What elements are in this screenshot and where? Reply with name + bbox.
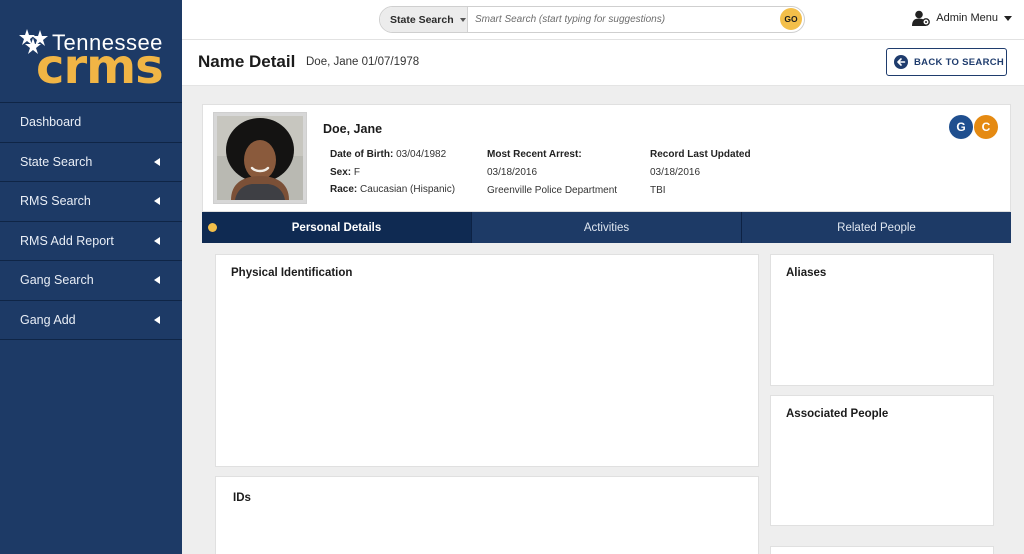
admin-user-icon [912,10,931,26]
sidebar: Tennessee crms Dashboard State Search RM… [0,0,182,554]
caret-left-icon [154,276,160,285]
additional-panel [770,546,994,554]
caret-left-icon [154,197,160,206]
updated-source: TBI [650,185,666,196]
search-type-select[interactable]: State Search [380,7,468,32]
back-to-search-label: BACK TO SEARCH [914,56,1005,68]
physical-identification-panel: Physical Identification [215,254,759,467]
sex-label: Sex: [330,167,352,178]
caret-left-icon [154,236,160,245]
sidebar-item-dashboard[interactable]: Dashboard [0,103,182,143]
race-label: Race: [330,184,358,195]
admin-menu-label: Admin Menu [936,12,998,24]
search-type-label: State Search [390,13,454,26]
tab-personal-details[interactable]: Personal Details [202,212,472,243]
person-name: Doe, Jane [323,122,383,136]
page-title: Name Detail [198,52,296,71]
tab-related-people[interactable]: Related People [742,212,1011,243]
panel-title: Physical Identification [231,267,353,279]
updated-label: Record Last Updated [650,149,751,160]
race-value: Caucasian (Hispanic) [360,184,456,195]
tab-label: Related People [837,221,916,234]
associated-people-panel: Associated People [770,395,994,526]
dob-label: Date of Birth: [330,149,394,160]
sidebar-item-label: RMS Search [20,194,91,209]
panel-title: Associated People [786,408,889,420]
panel-title: IDs [233,492,251,504]
gang-badge[interactable]: G [949,115,973,139]
active-dot-icon [208,223,217,232]
tab-label: Activities [583,221,630,234]
race-field: Race: Caucasian (Hispanic) [330,184,455,195]
sidebar-nav: Dashboard State Search RMS Search RMS Ad… [0,102,182,340]
arrest-label: Most Recent Arrest: [487,149,582,160]
caret-left-icon [154,315,160,324]
page-header: Name Detail Doe, Jane 01/07/1978 BACK TO… [182,40,1024,86]
admin-menu[interactable]: Admin Menu [912,10,1012,26]
arrest-agency: Greenville Police Department [487,185,618,196]
sex-field: Sex: F [330,167,360,178]
person-portrait-image [217,116,303,200]
sidebar-item-label: State Search [20,154,93,169]
dob-value: 03/04/1982 [396,149,447,160]
tennessee-crms-logo[interactable]: Tennessee crms [18,26,168,94]
person-photo [213,112,307,204]
sidebar-item-label: RMS Add Report [20,233,114,248]
logo-crms-text: crms [36,39,164,95]
sidebar-item-rms-search[interactable]: RMS Search [0,182,182,222]
sidebar-item-label: Gang Add [20,312,76,327]
detail-tabs: Personal Details Activities Related Peop… [202,212,1011,243]
updated-date: 03/18/2016 [650,167,701,178]
aliases-panel: Aliases [770,254,994,386]
c-badge[interactable]: C [974,115,998,139]
top-bar: State Search GO Admin Menu [182,0,1024,40]
profile-card: Doe, Jane Date of Birth: 03/04/1982 Sex:… [202,104,1011,212]
back-to-search-button[interactable]: BACK TO SEARCH [886,48,1007,76]
arrest-label-text: Most Recent Arrest: [487,149,582,160]
sex-value: F [353,167,361,178]
tab-label: Personal Details [291,221,382,234]
sidebar-item-gang-search[interactable]: Gang Search [0,261,182,301]
tab-activities[interactable]: Activities [472,212,742,243]
page-subtitle: Doe, Jane 01/07/1978 [306,56,420,68]
panel-title: Aliases [786,267,827,279]
smart-search-input[interactable] [475,7,775,32]
sidebar-item-state-search[interactable]: State Search [0,143,182,182]
smart-search-bar: State Search GO [379,6,805,33]
sidebar-item-label: Dashboard [20,115,82,130]
dropdown-arrow-icon [459,17,466,22]
back-arrow-icon [894,55,908,69]
arrest-date: 03/18/2016 [487,167,538,178]
sidebar-item-label: Gang Search [20,273,94,288]
caret-left-icon [154,157,160,166]
dropdown-arrow-icon [1004,15,1012,21]
sidebar-item-rms-add-report[interactable]: RMS Add Report [0,222,182,261]
updated-label-text: Record Last Updated [650,149,751,160]
go-button[interactable]: GO [780,8,802,30]
dob-field: Date of Birth: 03/04/1982 [330,149,446,160]
sidebar-item-gang-add[interactable]: Gang Add [0,301,182,340]
ids-panel: IDs [215,476,759,554]
